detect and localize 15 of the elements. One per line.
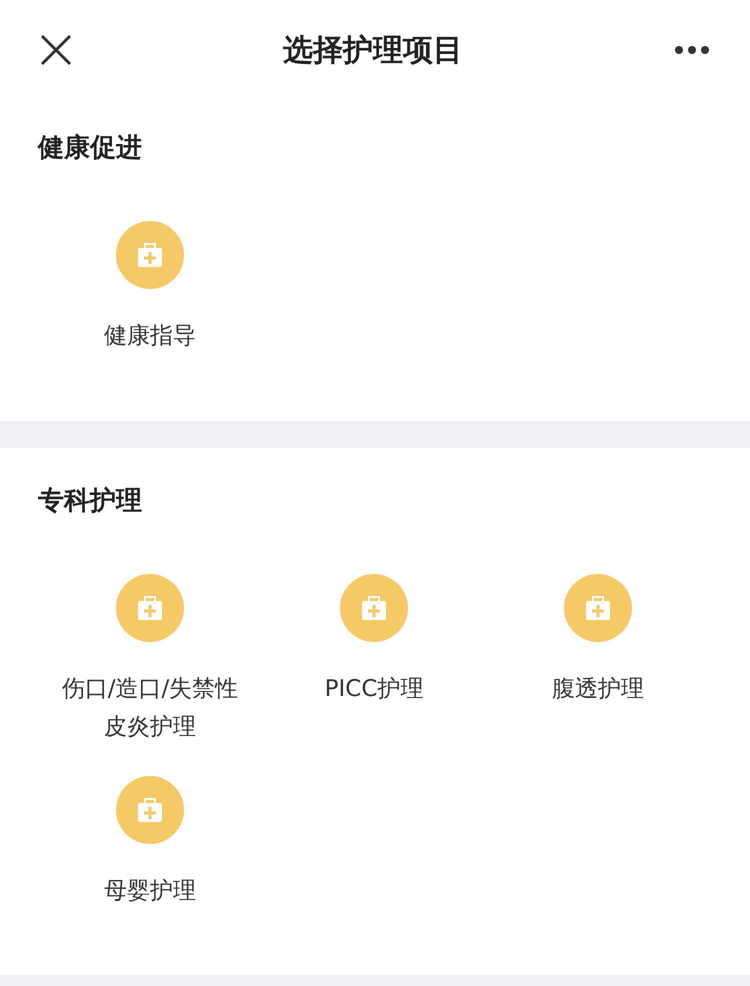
medical-kit-icon[interactable] [116,574,184,642]
section-title: 健康促进 [36,132,143,165]
section-title: 专科护理 [37,485,143,518]
item-label[interactable]: 伤口/造口/失禁性皮炎护理 [52,670,248,746]
close-icon[interactable] [40,34,72,66]
medical-kit-icon[interactable] [564,574,632,642]
item-label[interactable]: 腹透护理 [500,670,696,708]
page-title: 选择护理项目 [283,32,463,70]
medical-kit-icon[interactable] [116,776,184,844]
medical-kit-icon[interactable] [340,574,408,642]
more-icon[interactable] [674,45,710,55]
item-label[interactable]: 健康指导 [52,317,248,355]
item-label[interactable]: 母婴护理 [52,872,248,910]
medical-kit-icon[interactable] [116,221,184,289]
item-label[interactable]: PICC护理 [276,670,472,708]
